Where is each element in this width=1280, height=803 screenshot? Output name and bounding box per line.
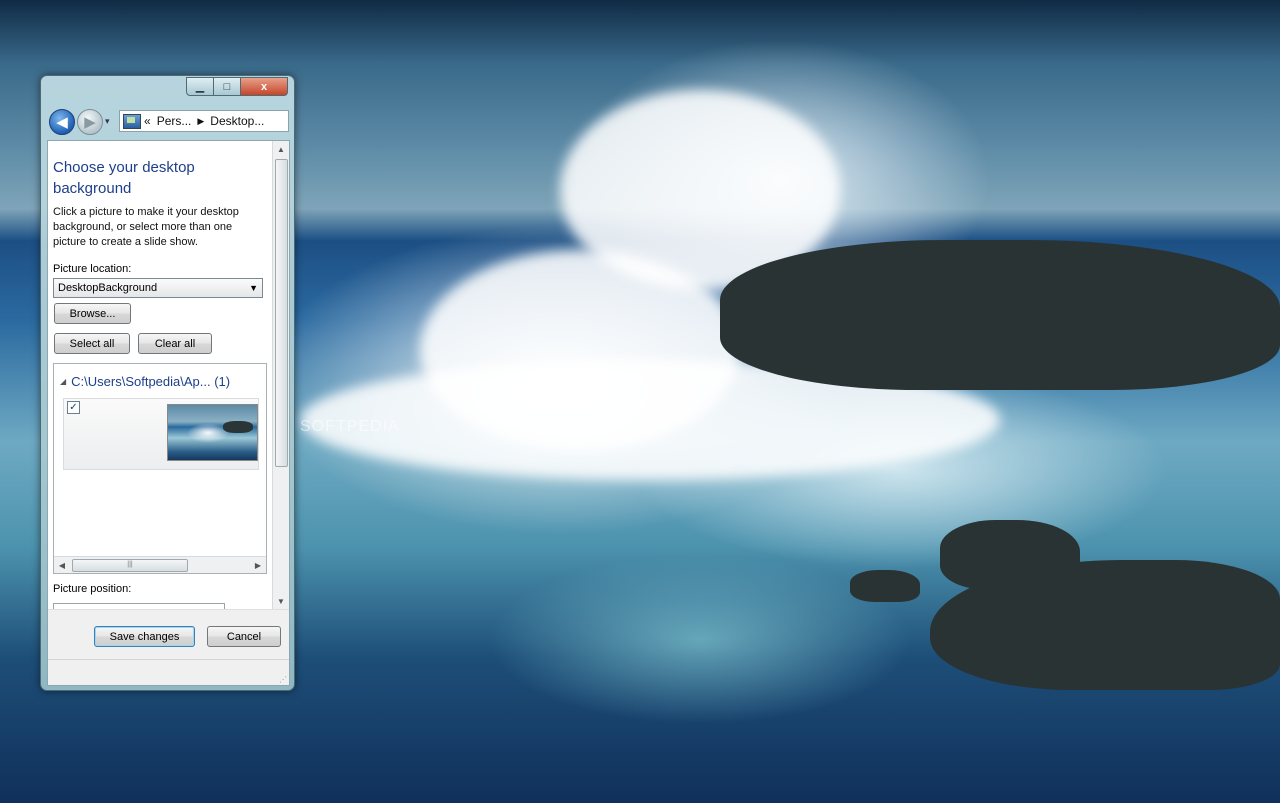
- chevron-down-icon: ▾: [105, 116, 110, 126]
- gallery-item[interactable]: ✓: [63, 398, 259, 470]
- dropdown-arrow-icon: ▼: [249, 283, 258, 293]
- close-button[interactable]: x: [241, 77, 288, 96]
- address-bar[interactable]: « Pers... ▶ Desktop...: [119, 110, 289, 132]
- scroll-down-icon[interactable]: ▼: [273, 593, 289, 609]
- save-changes-button[interactable]: Save changes: [94, 626, 195, 647]
- collapse-triangle-icon: ◢: [60, 377, 67, 386]
- navigation-bar: ◀ ▶ ▾ « Pers... ▶ Desktop...: [47, 106, 289, 135]
- recent-pages-button[interactable]: ▾: [105, 116, 110, 127]
- page-description: Click a picture to make it your desktop …: [53, 206, 239, 248]
- breadcrumb-overflow[interactable]: «: [144, 114, 151, 128]
- page-title: Choose your desktop background: [53, 159, 195, 197]
- picture-location-label: Picture location:: [53, 263, 132, 275]
- select-all-button[interactable]: Select all: [54, 333, 130, 354]
- picture-gallery[interactable]: ◢ C:\Users\Softpedia\Ap... (1) ✓ ◀ ||| ▶: [53, 363, 267, 574]
- breadcrumb-personalization[interactable]: Pers...: [157, 114, 192, 128]
- wallpaper-thumbnail[interactable]: [167, 404, 258, 461]
- caption-buttons: ▁ □ x: [186, 77, 288, 96]
- breadcrumb-desktop-background[interactable]: Desktop...: [210, 114, 264, 128]
- resize-grip-icon[interactable]: ⋰: [279, 675, 287, 684]
- scroll-area: Choose your desktop background Click a p…: [48, 141, 272, 609]
- horizontal-scroll-thumb[interactable]: |||: [72, 559, 188, 572]
- cancel-button[interactable]: Cancel: [207, 626, 281, 647]
- gallery-horizontal-scrollbar[interactable]: ◀ ||| ▶: [54, 556, 266, 573]
- gallery-group-header[interactable]: ◢ C:\Users\Softpedia\Ap... (1): [60, 374, 230, 389]
- content-pane: Choose your desktop background Click a p…: [47, 140, 290, 686]
- clear-all-button[interactable]: Clear all: [138, 333, 212, 354]
- vertical-scroll-thumb[interactable]: [275, 159, 288, 467]
- picture-position-label: Picture position:: [53, 583, 132, 595]
- gallery-item-checkbox[interactable]: ✓: [67, 401, 80, 414]
- dialog-footer: Save changes Cancel ⋰: [48, 609, 289, 685]
- watermark: SOFTPEDIA: [300, 418, 400, 435]
- scroll-up-icon[interactable]: ▲: [273, 141, 289, 157]
- maximize-button[interactable]: □: [214, 77, 241, 96]
- breadcrumb-separator-icon[interactable]: ▶: [197, 116, 204, 127]
- back-button[interactable]: ◀: [49, 109, 75, 135]
- back-arrow-icon: ◀: [56, 114, 68, 131]
- minimize-button[interactable]: ▁: [186, 77, 214, 96]
- forward-button[interactable]: ▶: [77, 109, 103, 135]
- control-panel-icon: [123, 113, 141, 129]
- gallery-group-label: C:\Users\Softpedia\Ap... (1): [71, 374, 231, 389]
- forward-arrow-icon: ▶: [84, 114, 96, 131]
- rock-small: [850, 570, 920, 602]
- picture-location-select[interactable]: DesktopBackground ▼: [53, 278, 263, 298]
- rock-formation: [720, 240, 1280, 390]
- vertical-scrollbar[interactable]: ▲ ▼: [272, 141, 289, 609]
- scroll-right-icon[interactable]: ▶: [250, 557, 266, 573]
- scroll-left-icon[interactable]: ◀: [54, 557, 70, 573]
- personalization-window: ▁ □ x ◀ ▶ ▾ « Pers... ▶ Desktop... Choos…: [40, 75, 295, 691]
- picture-location-value: DesktopBackground: [58, 282, 158, 294]
- browse-button[interactable]: Browse...: [54, 303, 131, 324]
- status-bar: ⋰: [48, 659, 289, 685]
